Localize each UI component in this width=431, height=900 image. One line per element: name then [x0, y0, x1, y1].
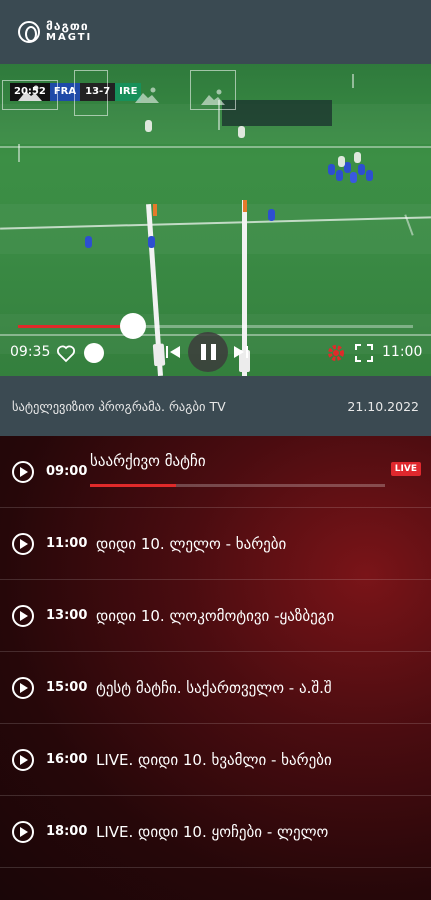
program-row[interactable]: 16:00 LIVE. დიდი 10. ხვამლი - ხარები [0, 724, 431, 796]
program-title: ტესტ მატჩი. საქართველო - ა.შ.შ [96, 678, 332, 697]
skip-back-icon[interactable] [164, 343, 182, 361]
program-progress-fill [90, 484, 176, 487]
image-placeholder-icon [18, 85, 42, 101]
magti-logo[interactable]: მაგთი MAGTI [18, 19, 93, 43]
pause-icon [200, 344, 206, 360]
program-row[interactable]: 09:00 საარქივო მატჩი LIVE [0, 436, 431, 508]
favorite-heart-icon[interactable] [56, 345, 76, 363]
channel-program-title: სატელევიზიო პროგრამა. რაგბი TV [12, 398, 226, 414]
skip-forward-icon[interactable] [232, 343, 250, 361]
program-row[interactable]: 13:00 დიდი 10. ლოკომოტივი -ყაზბეგი [0, 580, 431, 652]
settings-gear-icon[interactable] [326, 343, 346, 363]
play-icon[interactable] [12, 604, 34, 627]
image-placeholder-icon [201, 89, 225, 105]
seek-bar-knob[interactable] [119, 313, 146, 339]
play-icon[interactable] [12, 820, 34, 843]
program-time: 13:00 [46, 608, 88, 623]
seek-bar-fill [18, 325, 133, 328]
program-title: LIVE. დიდი 10. ყოჩები - ლელო [96, 822, 329, 841]
program-schedule-list: 09:00 საარქივო მატჩი LIVE 11:00 დიდი 10. ლელ… [0, 436, 431, 900]
volume-knob[interactable] [84, 343, 104, 363]
live-badge: LIVE [390, 462, 421, 476]
video-player[interactable]: 20:52 FRA 13-7 IRE 09:35 11:00 [0, 64, 431, 376]
program-time: 16:00 [46, 752, 88, 767]
image-placeholder-icon [135, 87, 159, 103]
program-row[interactable]: 11:00 დიდი 10. ლელო - ხარები [0, 508, 431, 580]
play-icon[interactable] [12, 532, 34, 555]
program-row[interactable]: 15:00 ტესტ მატჩი. საქართველო - ა.შ.შ [0, 652, 431, 724]
channel-info-bar: სატელევიზიო პროგრამა. რაგბი TV 21.10.202… [0, 376, 431, 436]
play-icon[interactable] [12, 676, 34, 699]
play-icon[interactable] [12, 748, 34, 771]
program-progress-bar [90, 484, 385, 487]
field-advert-banner [222, 100, 332, 126]
program-time: 11:00 [46, 536, 88, 551]
program-title: დიდი 10. ლელო - ხარები [96, 534, 287, 553]
program-title: დიდი 10. ლოკომოტივი -ყაზბეგი [96, 606, 335, 625]
logo-line1: მაგთი [46, 19, 89, 33]
program-title: საარქივო მატჩი [90, 452, 206, 470]
pause-button[interactable] [188, 332, 228, 372]
magti-logo-icon [18, 21, 40, 43]
scrum-players [328, 152, 380, 192]
program-time: 15:00 [46, 680, 88, 695]
replay-icon[interactable] [12, 460, 34, 483]
app-header: მაგთი MAGTI [0, 0, 431, 64]
program-time: 09:00 [46, 464, 88, 479]
seek-thumbnail [74, 70, 108, 116]
fullscreen-icon[interactable] [354, 343, 374, 363]
logo-line2: MAGTI [46, 32, 93, 43]
program-row[interactable]: 18:00 LIVE. დიდი 10. ყოჩები - ლელო [0, 796, 431, 868]
program-title: LIVE. დიდი 10. ხვამლი - ხარები [96, 750, 332, 769]
program-time: 18:00 [46, 824, 88, 839]
elapsed-time: 09:35 [10, 344, 51, 360]
program-date[interactable]: 21.10.2022 [347, 399, 419, 414]
end-time: 11:00 [382, 344, 423, 360]
seek-bar[interactable] [18, 313, 413, 339]
